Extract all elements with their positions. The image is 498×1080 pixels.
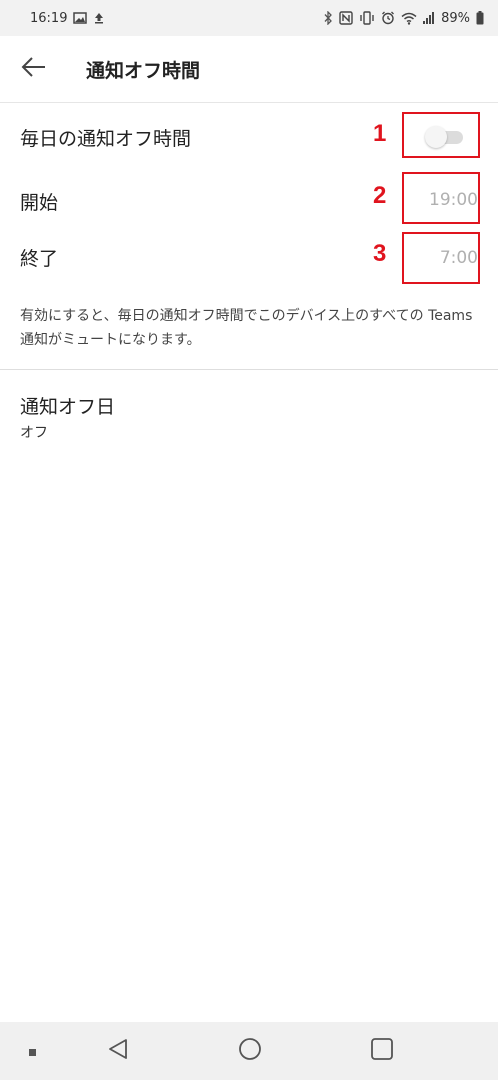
wifi-icon [401, 12, 417, 25]
quiet-days-row[interactable]: 通知オフ日 オフ [0, 370, 498, 450]
nfc-icon [339, 11, 353, 25]
back-arrow-icon [21, 56, 47, 82]
dot-icon [29, 1042, 37, 1061]
start-time-row[interactable]: 開始 2 19:00 [0, 172, 498, 224]
quiet-hours-description: 有効にすると、毎日の通知オフ時間でこのデバイス上のすべての Teams 通知がミ… [20, 308, 473, 348]
start-time-value[interactable]: 19:00 [429, 190, 478, 210]
annotation-number: 2 [373, 182, 387, 209]
daily-quiet-hours-label: 毎日の通知オフ時間 [20, 128, 192, 150]
end-time-value[interactable]: 7:00 [440, 248, 478, 268]
battery-percent: 89% [441, 10, 470, 26]
app-bar: 通知オフ時間 [0, 36, 498, 103]
annotation-number: 3 [373, 240, 387, 267]
nav-back-button[interactable] [96, 1022, 140, 1080]
alarm-icon [381, 11, 395, 25]
status-time: 16:19 [30, 10, 68, 26]
bluetooth-icon [323, 11, 333, 25]
status-bar: 16:19 89% [0, 0, 498, 36]
start-time-label: 開始 [20, 192, 59, 214]
upload-icon [93, 12, 105, 24]
nav-dot-button[interactable] [18, 1022, 48, 1080]
navigation-bar [0, 1022, 498, 1080]
signal-icon [423, 12, 435, 24]
square-recents-icon [370, 1037, 394, 1065]
end-time-row[interactable]: 終了 3 7:00 [0, 232, 498, 284]
circle-home-icon [238, 1037, 262, 1065]
end-time-label: 終了 [20, 248, 59, 270]
daily-quiet-hours-row: 毎日の通知オフ時間 1 [0, 112, 498, 162]
page-title: 通知オフ時間 [86, 59, 201, 82]
quiet-days-value: オフ [20, 425, 48, 441]
back-button[interactable] [14, 49, 54, 89]
annotation-number: 1 [373, 120, 387, 147]
battery-icon [476, 11, 484, 25]
nav-recents-button[interactable] [360, 1022, 404, 1080]
quiet-days-title: 通知オフ日 [20, 396, 116, 418]
nav-home-button[interactable] [228, 1022, 272, 1080]
gallery-icon [73, 12, 88, 24]
vibrate-icon [359, 11, 375, 25]
toggle-thumb [425, 126, 447, 148]
daily-quiet-hours-toggle[interactable] [425, 126, 465, 148]
triangle-back-icon [106, 1037, 130, 1065]
